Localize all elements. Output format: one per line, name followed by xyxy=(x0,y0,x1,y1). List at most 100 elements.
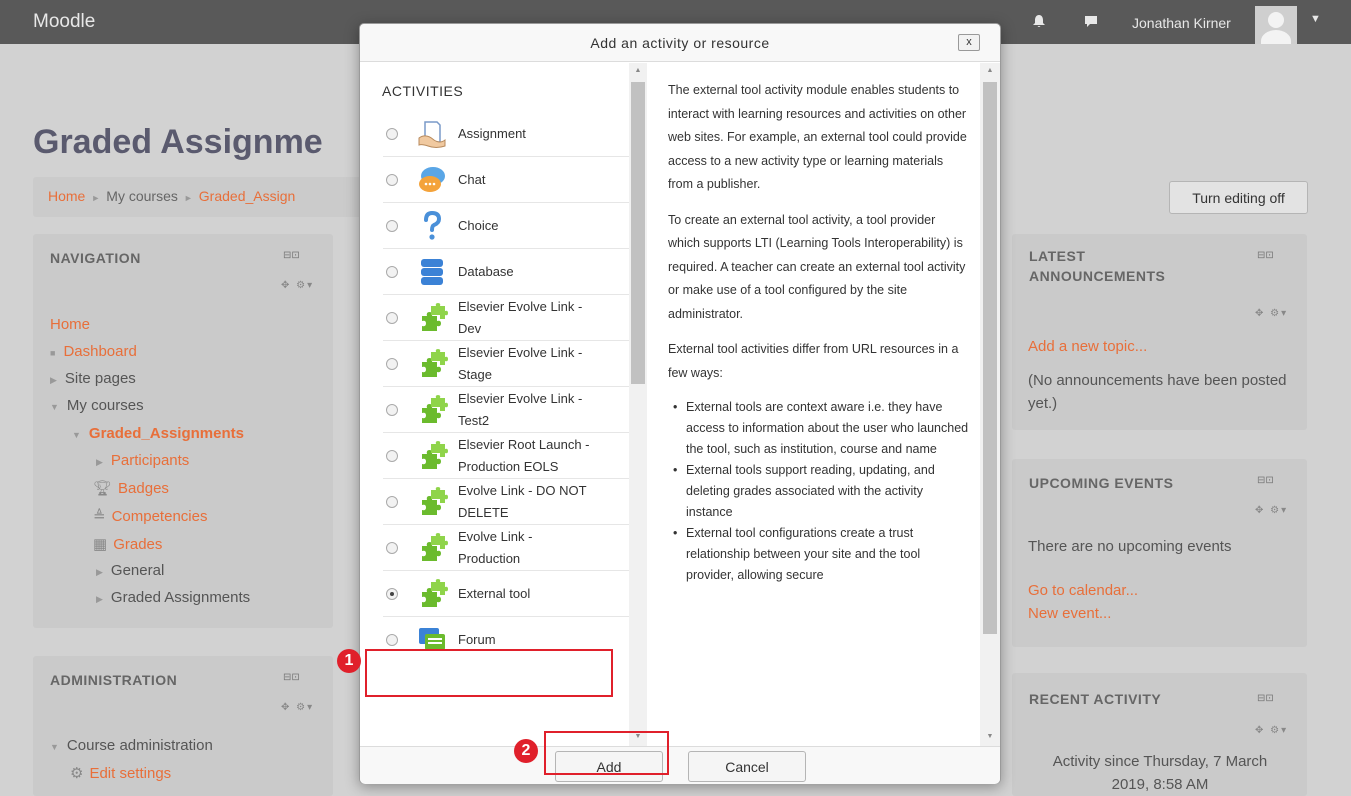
new-event-link[interactable]: New event... xyxy=(1028,605,1111,622)
activity-radio[interactable] xyxy=(386,542,398,554)
activity-option[interactable]: Elsevier Root Launch - Production EOLS xyxy=(361,434,629,478)
activity-option[interactable]: Elsevier Evolve Link - Dev xyxy=(361,296,629,340)
activity-option[interactable]: Elsevier Evolve Link - Test2 xyxy=(361,388,629,432)
block-move-icon[interactable]: ✥ ⚙▾ xyxy=(1255,505,1288,516)
activity-radio[interactable] xyxy=(386,358,398,370)
activity-option[interactable]: Evolve Link - Production xyxy=(361,526,629,570)
user-name[interactable]: Jonathan Kirner xyxy=(1132,15,1231,31)
database-icon xyxy=(416,256,448,288)
scrollbar-thumb[interactable] xyxy=(631,82,645,384)
activity-radio[interactable] xyxy=(386,404,398,416)
recent-activity-title: RECENT ACTIVITY xyxy=(1029,691,1162,707)
block-dock-icon[interactable]: ⊟⊡ xyxy=(1257,693,1274,704)
nav-home[interactable]: Home xyxy=(50,316,90,333)
collapsed-arrow-icon: ▶ xyxy=(96,457,103,467)
activity-since-text: Activity since Thursday, 7 March 2019, 8… xyxy=(1052,753,1268,793)
avatar[interactable] xyxy=(1255,6,1297,44)
scrollbar-thumb[interactable] xyxy=(983,82,997,634)
scroll-up-icon[interactable]: ▲ xyxy=(629,67,647,74)
activity-radio[interactable] xyxy=(386,220,398,232)
description-scrollbar[interactable]: ▲ ▼ xyxy=(980,63,1000,746)
options-scrollbar[interactable]: ▲ ▼ xyxy=(629,63,647,746)
nav-badges[interactable]: 🏆︎ Badges xyxy=(93,479,169,497)
user-menu-caret-icon[interactable]: ▼ xyxy=(1310,13,1321,25)
no-announcements-text: (No announcements have been posted yet.) xyxy=(1028,372,1287,412)
block-dock-icon[interactable]: ⊟⊡ xyxy=(1257,250,1274,261)
puzzle-icon xyxy=(416,532,448,564)
activity-option[interactable]: Choice xyxy=(361,204,629,248)
nav-grades[interactable]: ▦ Grades xyxy=(93,535,162,553)
activity-radio[interactable] xyxy=(386,312,398,324)
breadcrumb-separator-icon: ► xyxy=(183,193,193,203)
nav-edit-settings[interactable]: ⚙ Edit settings xyxy=(70,764,171,782)
dialog-title: Add an activity or resource xyxy=(590,35,770,51)
messages-icon[interactable] xyxy=(1082,13,1100,31)
activity-radio[interactable] xyxy=(386,266,398,278)
activity-label: Assignment xyxy=(458,126,526,141)
turn-editing-off-button[interactable]: Turn editing off xyxy=(1169,181,1308,214)
activity-radio[interactable] xyxy=(386,128,398,140)
block-dock-icon[interactable]: ⊟⊡ xyxy=(283,250,300,261)
announcements-title: LATEST ANNOUNCEMENTS xyxy=(1029,248,1166,284)
activity-label: Choice xyxy=(458,218,499,233)
expanded-arrow-icon: ▼ xyxy=(50,742,59,752)
activity-radio[interactable] xyxy=(386,450,398,462)
nav-participants[interactable]: ▶ Participants xyxy=(96,452,189,469)
bullet-icon: ■ xyxy=(50,348,56,358)
option-divider xyxy=(383,524,629,525)
breadcrumb-my-courses[interactable]: My courses xyxy=(106,188,178,204)
close-icon[interactable]: x xyxy=(958,34,980,51)
activity-label: Forum xyxy=(458,632,496,647)
nav-graded-assignments[interactable]: ▶ Graded Assignments xyxy=(96,589,250,606)
activity-option[interactable]: Assignment xyxy=(361,112,629,156)
activity-option[interactable]: Evolve Link - DO NOT DELETE xyxy=(361,480,629,524)
activity-option[interactable]: Elsevier Evolve Link - Stage xyxy=(361,342,629,386)
notifications-icon[interactable] xyxy=(1030,13,1048,31)
activity-radio[interactable] xyxy=(386,588,398,600)
activity-option[interactable]: Chat xyxy=(361,158,629,202)
activity-option[interactable]: Database xyxy=(361,250,629,294)
block-move-icon[interactable]: ✥ ⚙▾ xyxy=(281,702,314,713)
activity-options-list[interactable]: ACTIVITIES Assignment Chat Choice Database E… xyxy=(361,63,629,746)
nav-site-pages[interactable]: ▶ Site pages xyxy=(50,370,136,387)
option-divider xyxy=(383,386,629,387)
block-move-icon[interactable]: ✥ ⚙▾ xyxy=(281,280,314,291)
activity-description: The external tool activity module enable… xyxy=(647,63,980,746)
block-move-icon[interactable]: ✥ ⚙▾ xyxy=(1255,725,1288,736)
puzzle-icon xyxy=(416,302,448,334)
activity-label: External tool xyxy=(458,586,531,601)
breadcrumb-course[interactable]: Graded_Assign xyxy=(199,188,296,204)
breadcrumb-home[interactable]: Home xyxy=(48,188,85,204)
activities-heading: ACTIVITIES xyxy=(382,83,464,99)
choice-icon xyxy=(416,210,448,242)
upcoming-events-title: UPCOMING EVENTS xyxy=(1029,475,1174,491)
nav-general[interactable]: ▶ General xyxy=(96,562,164,579)
nav-dashboard[interactable]: ■ Dashboard xyxy=(50,343,137,360)
puzzle-icon xyxy=(416,440,448,472)
activity-radio[interactable] xyxy=(386,174,398,186)
cancel-button[interactable]: Cancel xyxy=(688,751,806,782)
gear-icon: ⚙ xyxy=(70,765,84,782)
expanded-arrow-icon: ▼ xyxy=(50,402,59,412)
activity-option[interactable]: External tool xyxy=(361,572,629,616)
block-dock-icon[interactable]: ⊟⊡ xyxy=(283,672,300,683)
scroll-down-icon[interactable]: ▼ xyxy=(980,733,1000,740)
block-dock-icon[interactable]: ⊟⊡ xyxy=(1257,475,1274,486)
activity-radio[interactable] xyxy=(386,496,398,508)
expanded-arrow-icon: ▼ xyxy=(72,430,81,440)
nav-course[interactable]: ▼ Graded_Assignments xyxy=(72,425,244,442)
option-divider xyxy=(383,340,629,341)
go-to-calendar-link[interactable]: Go to calendar... xyxy=(1028,582,1138,599)
description-paragraph: To create an external tool activity, a t… xyxy=(668,212,966,321)
nav-course-administration[interactable]: ▼ Course administration xyxy=(50,737,213,754)
description-bullet: External tools support reading, updating… xyxy=(673,460,970,523)
site-brand[interactable]: Moodle xyxy=(33,11,95,33)
activity-radio[interactable] xyxy=(386,634,398,646)
add-new-topic-link[interactable]: Add a new topic... xyxy=(1028,338,1147,355)
activity-label: Elsevier Evolve Link - Stage xyxy=(458,345,583,382)
block-move-icon[interactable]: ✥ ⚙▾ xyxy=(1255,308,1288,319)
nav-competencies[interactable]: ≜ Competencies xyxy=(93,507,207,525)
scroll-up-icon[interactable]: ▲ xyxy=(980,67,1000,74)
activity-label: Elsevier Evolve Link - Test2 xyxy=(458,391,583,428)
nav-my-courses[interactable]: ▼ My courses xyxy=(50,397,144,414)
